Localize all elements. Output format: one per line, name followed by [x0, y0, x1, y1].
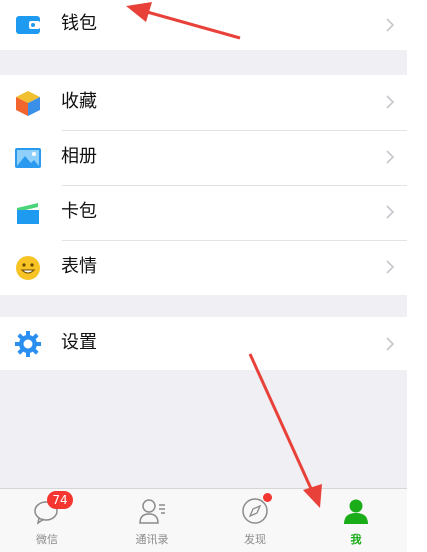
settings-section: 设置: [0, 317, 407, 370]
unread-count-badge: 74: [47, 491, 73, 509]
menu-label-stickers: 表情: [61, 256, 97, 277]
tab-label-chats: 微信: [36, 533, 58, 546]
me-person-icon: [344, 499, 368, 524]
chevron-right-icon: [386, 260, 395, 274]
chevron-right-icon: [386, 337, 395, 351]
tab-discover[interactable]: 发现: [225, 489, 285, 551]
menu-item-cards[interactable]: 卡包: [0, 185, 407, 240]
chevron-right-icon: [386, 205, 395, 219]
collection-section: 收藏 相册 卡包 表情: [0, 75, 407, 295]
favorites-cube-icon: [16, 91, 40, 116]
photo-icon: [15, 148, 41, 168]
tab-contacts[interactable]: 通讯录: [122, 489, 182, 551]
contacts-icon: [139, 499, 165, 524]
tab-label-discover: 发现: [244, 533, 266, 546]
card-holder-icon: [17, 203, 39, 224]
menu-item-stickers[interactable]: 表情: [0, 240, 407, 295]
menu-label-album: 相册: [61, 146, 97, 167]
bottom-tab-bar: 74 微信 通讯录 发现 我: [0, 488, 407, 552]
tab-label-contacts: 通讯录: [135, 533, 169, 546]
menu-item-album[interactable]: 相册: [0, 130, 407, 185]
menu-label-favorites: 收藏: [61, 91, 97, 112]
tab-me[interactable]: 我: [326, 489, 386, 551]
menu-item-settings[interactable]: 设置: [0, 317, 407, 370]
wallet-section: 钱包: [0, 0, 407, 50]
smiley-icon: [16, 256, 40, 280]
new-moments-dot: [263, 493, 272, 502]
menu-label-cards: 卡包: [61, 201, 97, 222]
chevron-right-icon: [386, 95, 395, 109]
menu-item-favorites[interactable]: 收藏: [0, 75, 407, 130]
menu-label-settings: 设置: [61, 332, 97, 353]
me-page: 钱包 收藏 相册 卡包 表情 设置 74 微信 通讯录 发现 我: [0, 0, 407, 552]
wallet-icon: [16, 16, 40, 34]
menu-item-wallet[interactable]: 钱包: [0, 0, 407, 50]
chevron-right-icon: [386, 18, 395, 32]
tab-chats[interactable]: 74 微信: [17, 489, 77, 551]
tab-label-me: 我: [350, 533, 362, 546]
gear-icon: [15, 331, 41, 357]
chevron-right-icon: [386, 150, 395, 164]
menu-label-wallet: 钱包: [61, 13, 97, 34]
